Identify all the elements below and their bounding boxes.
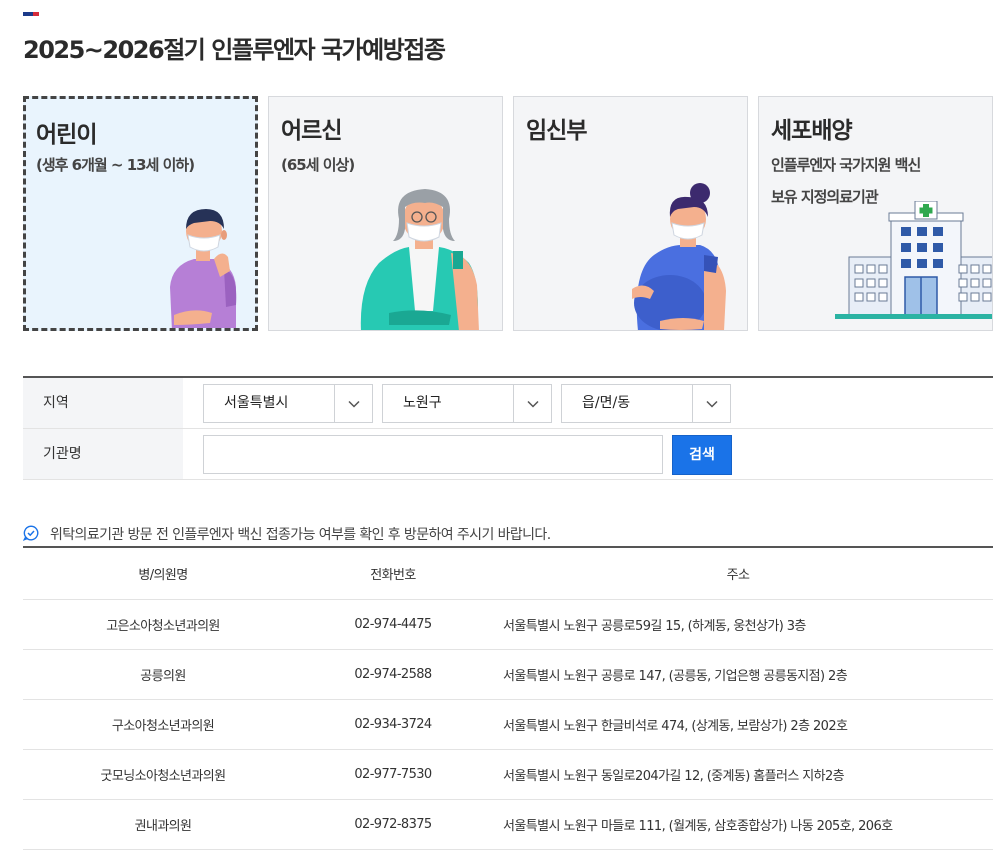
clinic-phone: 02-974-2588: [354, 667, 432, 682]
clinic-address: 서울특별시 노원구 공릉로59길 15, (하계동, 웅천상가) 3층: [503, 619, 806, 634]
table-header: 병/의원명 전화번호 주소: [23, 548, 993, 600]
title-accent-mark: [23, 12, 39, 16]
clinic-phone: 02-977-7530: [354, 767, 432, 782]
clinic-address: 서울특별시 노원구 마들로 111, (월계동, 삼호종합상가) 나동 205호…: [503, 819, 893, 834]
sigungu-select[interactable]: 노원구: [382, 384, 552, 423]
clinic-phone: 02-972-8375: [354, 817, 432, 832]
category-cards: 어린이 (생후 6개월 ~ 13세 이하) 어르신 (65세 이상) 임신부 세…: [23, 96, 993, 331]
card-title: 어린이: [36, 122, 97, 148]
card-subtitle: (65세 이상): [281, 156, 355, 174]
column-header-address: 주소: [726, 568, 750, 583]
card-title: 세포배양: [771, 118, 853, 144]
dong-select[interactable]: 읍/면/동: [561, 384, 731, 423]
category-card-elderly[interactable]: 어르신 (65세 이상): [268, 96, 503, 331]
page-title: 2025~2026절기 인플루엔자 국가예방접종: [23, 36, 446, 64]
clinic-address: 서울특별시 노원구 동일로204가길 12, (중계동) 홈플러스 지하2층: [503, 769, 845, 784]
dong-arrow: [692, 385, 730, 422]
column-header-phone: 전화번호: [370, 568, 416, 583]
table-row[interactable]: 고은소아청소년과의원 02-974-4475 서울특별시 노원구 공릉로59길 …: [23, 600, 993, 650]
region-label: 지역: [23, 378, 183, 428]
table-row[interactable]: 구소아청소년과의원 02-934-3724 서울특별시 노원구 한글비석로 47…: [23, 700, 993, 750]
sido-select[interactable]: 서울특별시: [203, 384, 373, 423]
clinic-address: 서울특별시 노원구 공릉로 147, (공릉동, 기업은행 공릉동지점) 2층: [503, 669, 848, 684]
name-label: 기관명: [23, 429, 183, 479]
clinic-name: 고은소아청소년과의원: [106, 619, 220, 634]
table-row[interactable]: 권내과의원 02-972-8375 서울특별시 노원구 마들로 111, (월계…: [23, 800, 993, 850]
clinic-name: 공릉의원: [140, 669, 186, 684]
results-table: 병/의원명 전화번호 주소 고은소아청소년과의원 02-974-4475 서울특…: [23, 546, 993, 850]
clinic-name: 구소아청소년과의원: [111, 719, 215, 734]
child-illustration: [170, 209, 237, 328]
table-row[interactable]: 공릉의원 02-974-2588 서울특별시 노원구 공릉로 147, (공릉동…: [23, 650, 993, 700]
sigungu-arrow: [513, 385, 551, 422]
notice-text: 위탁의료기관 방문 전 인플루엔자 백신 접종가능 여부를 확인 후 방문하여 …: [50, 527, 551, 543]
category-card-children[interactable]: 어린이 (생후 6개월 ~ 13세 이하): [23, 96, 258, 331]
sigungu-value: 노원구: [403, 395, 442, 411]
clinic-address: 서울특별시 노원구 한글비석로 474, (상계동, 보람상가) 2층 202호: [503, 719, 848, 734]
table-row[interactable]: 굿모닝소아청소년과의원 02-977-7530 서울특별시 노원구 동일로204…: [23, 750, 993, 800]
search-button[interactable]: 검색: [672, 435, 732, 475]
clinic-name: 굿모닝소아청소년과의원: [100, 769, 227, 784]
category-card-pregnant[interactable]: 임신부: [513, 96, 748, 331]
chevron-down-icon: [706, 400, 718, 408]
name-row: 기관명 검색: [23, 429, 993, 480]
card-subtitle: (생후 6개월 ~ 13세 이하): [36, 156, 195, 174]
elder-illustration: [360, 189, 479, 330]
info-check-icon: [23, 525, 39, 541]
card-title: 임신부: [526, 118, 587, 144]
dong-value: 읍/면/동: [582, 395, 631, 411]
hospital-illustration: [835, 201, 992, 319]
pregnant-illustration: [632, 183, 726, 330]
chevron-down-icon: [348, 400, 360, 408]
institution-name-input[interactable]: [203, 435, 663, 474]
clinic-phone: 02-934-3724: [354, 717, 432, 732]
sido-value: 서울특별시: [224, 395, 289, 411]
column-header-name: 병/의원명: [138, 568, 188, 583]
region-row: 지역 서울특별시 노원구 읍/면/동: [23, 378, 993, 429]
category-card-cell-culture[interactable]: 세포배양 인플루엔자 국가지원 백신 보유 지정의료기관: [758, 96, 993, 331]
card-subtitle-1: 인플루엔자 국가지원 백신: [771, 156, 921, 174]
clinic-phone: 02-974-4475: [354, 617, 432, 632]
clinic-name: 권내과의원: [134, 819, 192, 834]
card-title: 어르신: [281, 118, 342, 144]
search-panel: 지역 서울특별시 노원구 읍/면/동 기관명 검색: [23, 376, 993, 481]
chevron-down-icon: [527, 400, 539, 408]
sido-arrow: [334, 385, 372, 422]
